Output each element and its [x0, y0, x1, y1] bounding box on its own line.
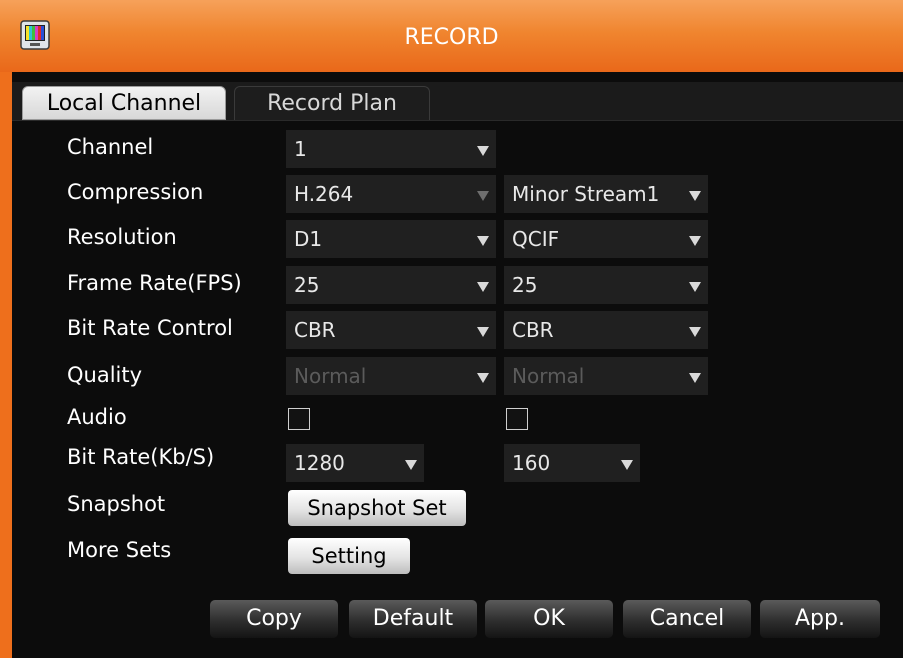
quality-sub-value: Normal	[512, 364, 585, 388]
quality-main-value: Normal	[294, 364, 367, 388]
triangle-down-icon	[477, 191, 489, 201]
channel-select[interactable]: 1	[286, 130, 496, 168]
compression-sub-select[interactable]: Minor Stream1	[504, 175, 708, 213]
window-title: RECORD	[404, 25, 499, 50]
frame-rate-label: Frame Rate(FPS)	[67, 271, 242, 295]
triangle-down-icon	[477, 236, 489, 246]
bit-rate-control-main-value: CBR	[294, 318, 336, 342]
triangle-down-icon	[477, 146, 489, 156]
triangle-down-icon	[405, 460, 417, 470]
triangle-down-icon	[477, 282, 489, 292]
bit-rate-control-sub-value: CBR	[512, 318, 554, 342]
quality-main-select[interactable]: Normal	[286, 357, 496, 395]
resolution-sub-select[interactable]: QCIF	[504, 220, 708, 258]
bit-rate-control-main-select[interactable]: CBR	[286, 311, 496, 349]
default-button[interactable]: Default	[349, 600, 477, 638]
quality-label: Quality	[67, 363, 143, 387]
compression-main-value: H.264	[294, 182, 354, 206]
quality-sub-select[interactable]: Normal	[504, 357, 708, 395]
bit-rate-label: Bit Rate(Kb/S)	[67, 445, 215, 469]
bit-rate-sub-select[interactable]: 160	[504, 444, 640, 482]
tab-local-channel[interactable]: Local Channel	[22, 86, 226, 120]
setting-button[interactable]: Setting	[288, 538, 410, 574]
resolution-main-value: D1	[294, 227, 323, 251]
tab-strip: Local Channel Record Plan	[12, 82, 903, 121]
ok-button[interactable]: OK	[485, 600, 613, 638]
frame-rate-sub-value: 25	[512, 273, 538, 297]
bit-rate-sub-value: 160	[512, 451, 551, 475]
frame-rate-main-select[interactable]: 25	[286, 266, 496, 304]
audio-sub-checkbox[interactable]	[506, 408, 528, 430]
snapshot-label: Snapshot	[67, 492, 166, 516]
triangle-down-icon	[689, 373, 701, 383]
more-sets-label: More Sets	[67, 538, 172, 562]
triangle-down-icon	[477, 327, 489, 337]
triangle-down-icon	[689, 327, 701, 337]
triangle-down-icon	[689, 282, 701, 292]
audio-main-checkbox[interactable]	[288, 408, 310, 430]
channel-label: Channel	[67, 135, 154, 159]
channel-select-value: 1	[294, 137, 307, 161]
compression-main-select[interactable]: H.264	[286, 175, 496, 213]
bit-rate-main-value: 1280	[294, 451, 345, 475]
cancel-button[interactable]: Cancel	[623, 600, 751, 638]
resolution-main-select[interactable]: D1	[286, 220, 496, 258]
bit-rate-control-sub-select[interactable]: CBR	[504, 311, 708, 349]
audio-label: Audio	[67, 405, 127, 429]
record-window: RECORD Local Channel Record Plan Channel…	[0, 0, 903, 658]
bit-rate-control-label: Bit Rate Control	[67, 316, 233, 340]
triangle-down-icon	[477, 373, 489, 383]
triangle-down-icon	[689, 236, 701, 246]
frame-rate-sub-select[interactable]: 25	[504, 266, 708, 304]
copy-button[interactable]: Copy	[210, 600, 338, 638]
compression-sub-value: Minor Stream1	[512, 182, 660, 206]
snapshot-set-button[interactable]: Snapshot Set	[288, 490, 466, 526]
bit-rate-main-select[interactable]: 1280	[286, 444, 424, 482]
compression-label: Compression	[67, 180, 204, 204]
triangle-down-icon	[689, 191, 701, 201]
tab-record-plan[interactable]: Record Plan	[234, 86, 430, 120]
resolution-sub-value: QCIF	[512, 227, 560, 251]
frame-rate-main-value: 25	[294, 273, 320, 297]
triangle-down-icon	[621, 460, 633, 470]
apply-button[interactable]: App.	[760, 600, 880, 638]
record-panel: Local Channel Record Plan Channel Compre…	[12, 72, 903, 658]
resolution-label: Resolution	[67, 225, 177, 249]
